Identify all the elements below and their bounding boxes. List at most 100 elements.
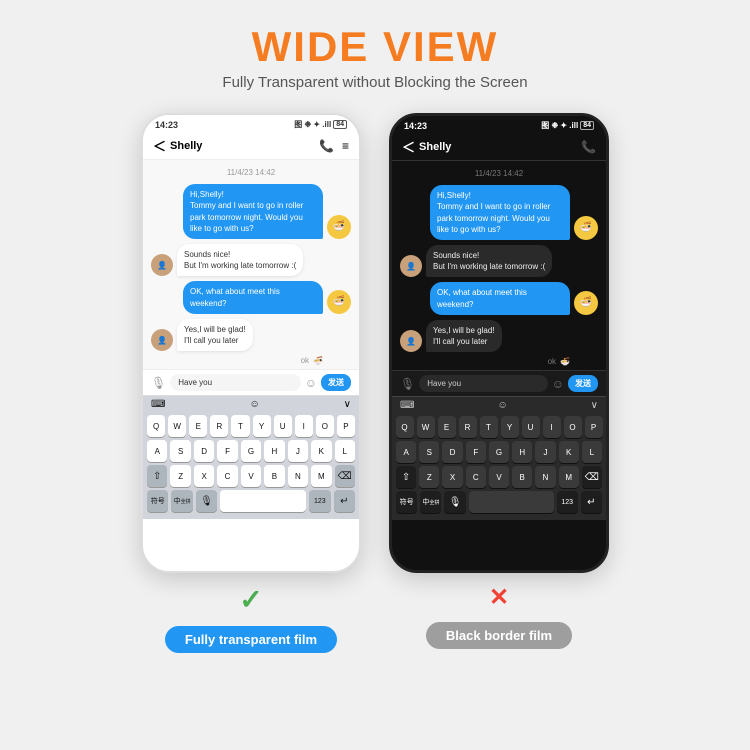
keyboard-right: Q W E R T Y U I O P A S D F G H	[392, 414, 606, 520]
key-b-left[interactable]: B	[264, 465, 284, 487]
key-mic-left[interactable]: 🎙	[196, 490, 217, 512]
key-o-right[interactable]: O	[564, 416, 582, 438]
key-a-left[interactable]: A	[147, 440, 167, 462]
mic-icon-right[interactable]: 🎙	[400, 377, 415, 391]
ok-avatar-left: 🍜	[313, 356, 323, 365]
key-shift-left[interactable]: ⇧	[147, 465, 167, 487]
send-button-left[interactable]: 发送	[321, 374, 351, 391]
key-d-right[interactable]: D	[442, 441, 462, 463]
key-j-left[interactable]: J	[288, 440, 308, 462]
key-m-left[interactable]: M	[311, 465, 331, 487]
key-c-left[interactable]: C	[217, 465, 237, 487]
key-u-right[interactable]: U	[522, 416, 540, 438]
ok-row-right: ok 🍜	[400, 357, 598, 366]
kb-icon-2-left[interactable]: ☺	[249, 399, 259, 410]
chat-header-actions-right: 📞	[581, 140, 596, 154]
key-y-left[interactable]: Y	[253, 415, 271, 437]
key-shift-right[interactable]: ⇧	[396, 466, 416, 488]
key-123-right[interactable]: 123	[557, 491, 578, 513]
key-g-right[interactable]: G	[489, 441, 509, 463]
key-sym-right[interactable]: 符号	[396, 491, 417, 513]
key-cn-right[interactable]: 中全拼	[420, 491, 441, 513]
msg-recv-2-right: 👤 Yes,I will be glad!I'll call you later	[400, 320, 598, 352]
kb-icon-1-left[interactable]: ⌨	[151, 399, 165, 410]
key-b-right[interactable]: B	[512, 466, 532, 488]
key-s-right[interactable]: S	[419, 441, 439, 463]
key-n-right[interactable]: N	[535, 466, 555, 488]
key-enter-right[interactable]: ↵	[581, 491, 602, 513]
key-p-right[interactable]: P	[585, 416, 603, 438]
key-mic-right[interactable]: 🎙	[444, 491, 465, 513]
key-q-right[interactable]: Q	[396, 416, 414, 438]
key-g-left[interactable]: G	[241, 440, 261, 462]
menu-icon-left[interactable]: ≡	[342, 139, 349, 153]
emoji-icon-left[interactable]: ☺	[305, 376, 317, 390]
key-p-left[interactable]: P	[337, 415, 355, 437]
label-pill-right: Black border film	[426, 622, 572, 649]
key-t-right[interactable]: T	[480, 416, 498, 438]
key-del-left[interactable]: ⌫	[335, 465, 355, 487]
key-z-left[interactable]: Z	[170, 465, 190, 487]
send-button-right[interactable]: 发送	[568, 375, 598, 392]
key-x-right[interactable]: X	[442, 466, 462, 488]
key-e-right[interactable]: E	[438, 416, 456, 438]
msg-sent-1-right: Hi,Shelly!Tommy and I want to go in roll…	[400, 185, 598, 240]
key-i-left[interactable]: I	[295, 415, 313, 437]
key-k-right[interactable]: K	[559, 441, 579, 463]
back-arrow-right[interactable]: ＜	[402, 137, 415, 156]
page-subtitle: Fully Transparent without Blocking the S…	[222, 74, 527, 91]
kb-icon-3-right[interactable]: ∨	[591, 400, 598, 411]
emoji-icon-right[interactable]: ☺	[552, 377, 564, 391]
key-d-left[interactable]: D	[194, 440, 214, 462]
key-r-left[interactable]: R	[210, 415, 228, 437]
phone-icon-right[interactable]: 📞	[581, 140, 596, 154]
key-o-left[interactable]: O	[316, 415, 334, 437]
key-f-right[interactable]: F	[466, 441, 486, 463]
key-del-right[interactable]: ⌫	[582, 466, 602, 488]
key-sym-left[interactable]: 符号	[147, 490, 168, 512]
key-n-left[interactable]: N	[288, 465, 308, 487]
input-field-left[interactable]: Have you	[170, 374, 301, 391]
key-a-right[interactable]: A	[396, 441, 416, 463]
key-space-left[interactable]	[220, 490, 306, 512]
key-cn-left[interactable]: 中全拼	[171, 490, 192, 512]
key-x-left[interactable]: X	[194, 465, 214, 487]
mic-icon-left[interactable]: 🎙	[151, 376, 166, 390]
key-v-left[interactable]: V	[241, 465, 261, 487]
key-l-left[interactable]: L	[335, 440, 355, 462]
chat-header-contact-right: ＜ Shelly	[402, 137, 451, 156]
back-arrow-left[interactable]: ＜	[153, 136, 166, 155]
key-c-right[interactable]: C	[466, 466, 486, 488]
kb-icon-3-left[interactable]: ∨	[344, 399, 351, 410]
keyboard-left: Q W E R T Y U I O P A S D F G H	[143, 413, 359, 519]
key-v-right[interactable]: V	[489, 466, 509, 488]
keyboard-row-2-right: A S D F G H J K L	[396, 441, 602, 463]
key-f-left[interactable]: F	[217, 440, 237, 462]
key-e-left[interactable]: E	[189, 415, 207, 437]
key-w-left[interactable]: W	[168, 415, 186, 437]
key-l-right[interactable]: L	[582, 441, 602, 463]
kb-icon-1-right[interactable]: ⌨	[400, 400, 414, 411]
key-y-right[interactable]: Y	[501, 416, 519, 438]
key-w-right[interactable]: W	[417, 416, 435, 438]
phone-icon-left[interactable]: 📞	[319, 139, 334, 153]
contact-name-right: Shelly	[419, 141, 451, 153]
key-u-left[interactable]: U	[274, 415, 292, 437]
key-q-left[interactable]: Q	[147, 415, 165, 437]
kb-icon-2-right[interactable]: ☺	[497, 400, 507, 411]
key-z-right[interactable]: Z	[419, 466, 439, 488]
key-s-left[interactable]: S	[170, 440, 190, 462]
date-stamp-left: 11/4/23 14:42	[151, 164, 351, 179]
key-j-right[interactable]: J	[535, 441, 555, 463]
key-enter-left[interactable]: ↵	[334, 490, 355, 512]
key-k-left[interactable]: K	[311, 440, 331, 462]
key-i-right[interactable]: I	[543, 416, 561, 438]
key-t-left[interactable]: T	[231, 415, 249, 437]
key-h-left[interactable]: H	[264, 440, 284, 462]
input-field-right[interactable]: Have you	[419, 375, 548, 392]
key-123-left[interactable]: 123	[309, 490, 330, 512]
key-m-right[interactable]: M	[559, 466, 579, 488]
key-space-right[interactable]	[469, 491, 554, 513]
key-h-right[interactable]: H	[512, 441, 532, 463]
key-r-right[interactable]: R	[459, 416, 477, 438]
